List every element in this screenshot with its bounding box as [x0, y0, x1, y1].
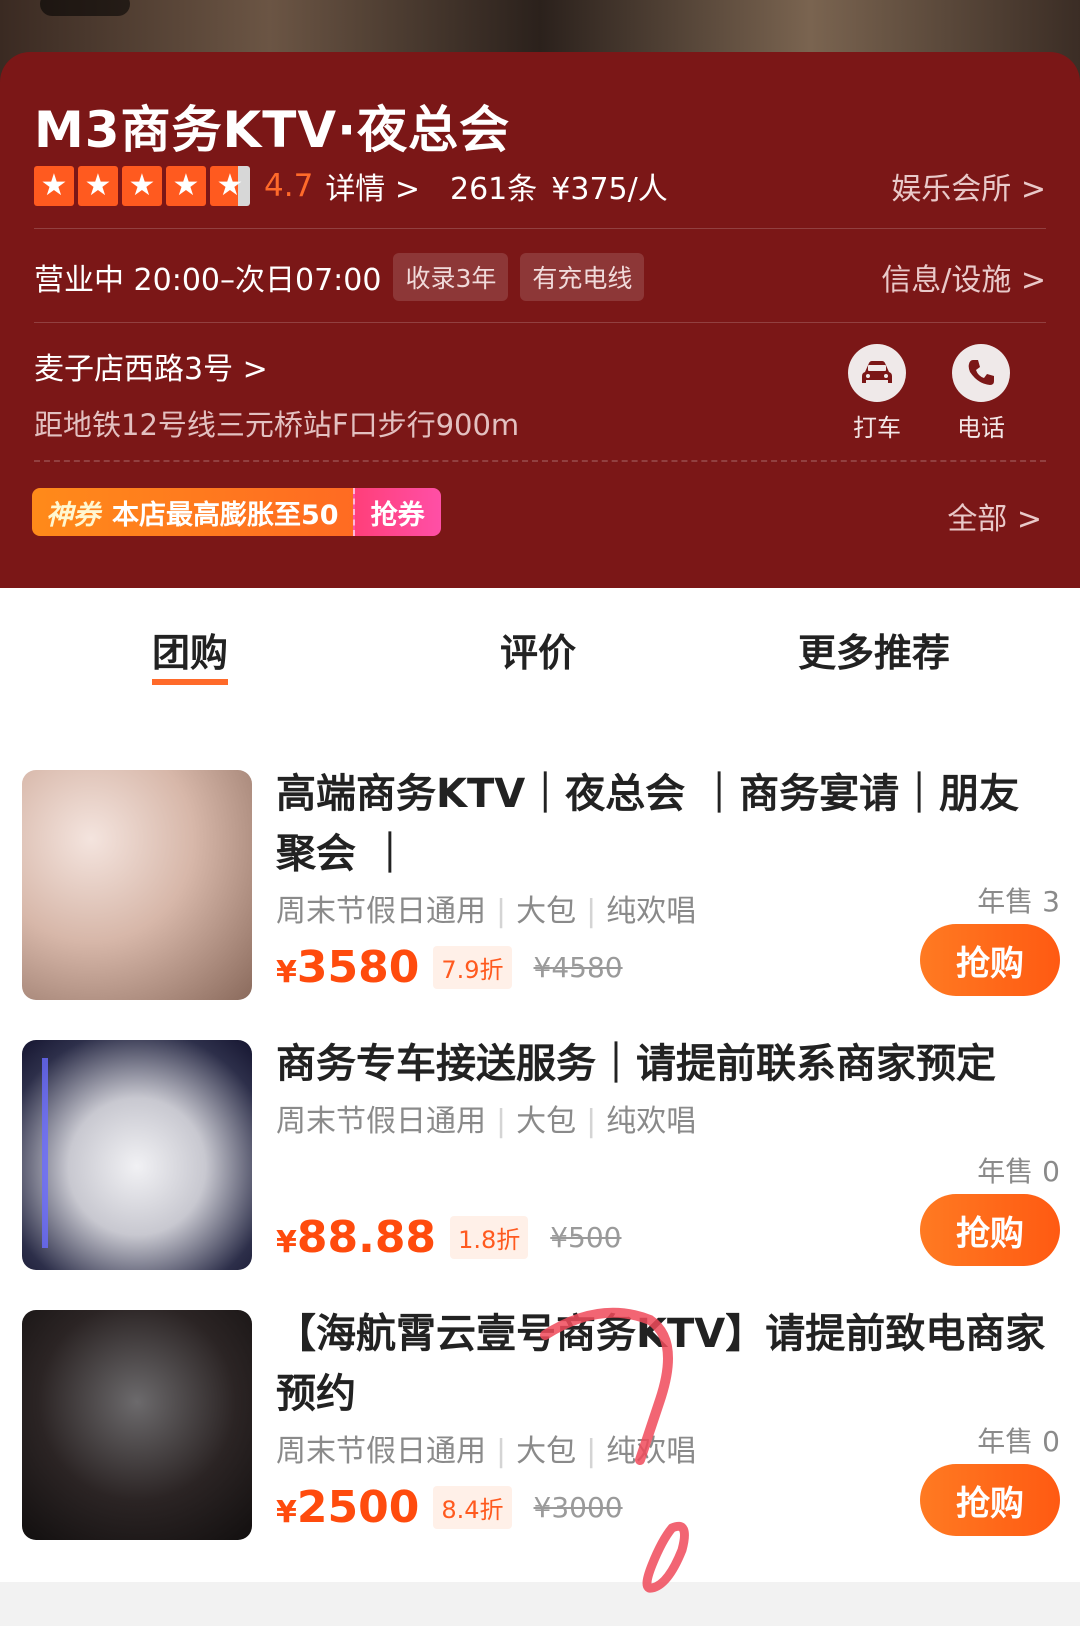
photo-album-pill[interactable] [40, 0, 130, 16]
rating-row: ★ ★ ★ ★ ★ 4.7 详情 > 261条 ¥375/人 娱乐会所 > [34, 164, 1046, 208]
discount-badge: 7.9折 [433, 946, 512, 989]
original-price: ¥4580 [533, 951, 623, 984]
deal-item[interactable]: 商务专车接送服务｜请提前联系商家预定 周末节假日通用 | 大包 | 纯欢唱 年售 0 ¥… [0, 1040, 1080, 1280]
deal-tag: 周末节假日通用 [276, 894, 486, 929]
star-icon: ★ [78, 166, 118, 206]
deal-thumbnail[interactable] [22, 1040, 252, 1270]
deal-tag: 纯欢唱 [606, 894, 697, 929]
tag-chip: 收录3年 [393, 253, 509, 301]
discount-badge: 8.4折 [433, 1486, 512, 1529]
category-link[interactable]: 娱乐会所 > [891, 164, 1046, 208]
car-icon [848, 344, 906, 402]
deals-section: 团购 评价 更多推荐 高端商务KTV｜夜总会 ｜商务宴请｜朋友聚会 ｜ 周末节假… [0, 588, 1080, 1582]
currency-symbol: ¥ [276, 1225, 297, 1260]
deal-title[interactable]: 高端商务KTV｜夜总会 ｜商务宴请｜朋友聚会 ｜ [276, 764, 1056, 884]
buy-button[interactable]: 抢购 [920, 1194, 1060, 1266]
address-link[interactable]: 麦子店西路3号 > [34, 344, 268, 388]
deal-price: ¥3580 [276, 942, 419, 993]
deal-tag: 周末节假日通用 [276, 1434, 486, 1469]
tab-bar: 团购 评价 更多推荐 [0, 622, 1080, 685]
deal-item[interactable]: 高端商务KTV｜夜总会 ｜商务宴请｜朋友聚会 ｜ 周末节假日通用 | 大包 | 纯欢唱 … [0, 770, 1080, 1010]
deal-tag: 大包 [516, 1434, 577, 1469]
star-icon: ★ [122, 166, 162, 206]
coupon-badge: 神券 [46, 499, 100, 531]
deal-price-value: 3580 [296, 942, 420, 993]
original-price: ¥500 [550, 1221, 622, 1254]
price-row: ¥2500 8.4折 ¥3000 [276, 1482, 623, 1533]
deal-item[interactable]: 【海航霄云壹号商务KTV】请提前致电商家预约 周末节假日通用 | 大包 | 纯欢唱 年售… [0, 1310, 1080, 1550]
tab-group-buy[interactable]: 团购 [152, 622, 229, 685]
deal-price: ¥2500 [276, 1482, 419, 1533]
deal-tags: 周末节假日通用 | 大包 | 纯欢唱 [276, 1104, 697, 1139]
annual-sales: 年售 0 [977, 1155, 1060, 1188]
phone-button[interactable]: 电话 [946, 344, 1016, 443]
original-price: ¥3000 [533, 1491, 623, 1524]
all-coupons-link[interactable]: 全部 > [947, 494, 1042, 538]
star-icon: ★ [34, 166, 74, 206]
discount-badge: 1.8折 [450, 1216, 529, 1259]
deal-title[interactable]: 【海航霄云壹号商务KTV】请提前致电商家预约 [276, 1304, 1056, 1424]
tag-chip: 有充电线 [520, 253, 645, 301]
rating-detail-link[interactable]: 详情 > [325, 164, 420, 208]
deal-thumbnail[interactable] [22, 1310, 252, 1540]
buy-button[interactable]: 抢购 [920, 924, 1060, 996]
deal-title[interactable]: 商务专车接送服务｜请提前联系商家预定 [276, 1034, 1056, 1094]
tab-more-recommendations[interactable]: 更多推荐 [798, 622, 950, 677]
metro-distance: 距地铁12号线三元桥站F口步行900m [34, 408, 520, 442]
deal-price-value: 2500 [296, 1482, 420, 1533]
shop-title: M3商务KTV·夜总会 [34, 101, 511, 159]
phone-label: 电话 [957, 414, 1005, 442]
taxi-button[interactable]: 打车 [842, 344, 912, 443]
coupon-info: 神券 本店最高膨胀至50 [32, 488, 353, 536]
star-half-icon: ★ [210, 166, 250, 206]
price-per-person: ¥375/人 [551, 172, 668, 207]
hours-row: 营业中 20:00–次日07:00 收录3年 有充电线 信息/设施 > [34, 252, 1046, 302]
deal-price-value: 88.88 [296, 1212, 437, 1263]
deal-tag: 大包 [516, 894, 577, 929]
deal-tag: 纯欢唱 [606, 1104, 697, 1139]
price-row: ¥3580 7.9折 ¥4580 [276, 942, 623, 993]
review-count[interactable]: 261条 [450, 164, 537, 208]
deal-price: ¥88.88 [276, 1212, 436, 1263]
coupon-banner[interactable]: 神券 本店最高膨胀至50 抢券 [32, 488, 441, 536]
annual-sales: 年售 3 [977, 885, 1060, 918]
deal-tags: 周末节假日通用 | 大包 | 纯欢唱 [276, 1434, 697, 1469]
coupon-text: 本店最高膨胀至50 [112, 499, 339, 531]
info-facilities-link[interactable]: 信息/设施 > [881, 255, 1046, 299]
deal-thumbnail[interactable] [22, 770, 252, 1000]
dashed-divider [34, 460, 1046, 462]
taxi-label: 打车 [853, 414, 901, 442]
deal-tag: 周末节假日通用 [276, 1104, 486, 1139]
shop-header-card: M3商务KTV·夜总会 ★ ★ ★ ★ ★ 4.7 详情 > 261条 ¥375… [0, 52, 1080, 588]
phone-icon [952, 344, 1010, 402]
currency-symbol: ¥ [276, 955, 297, 990]
divider [34, 228, 1046, 229]
buy-button[interactable]: 抢购 [920, 1464, 1060, 1536]
divider [34, 322, 1046, 323]
deal-tag: 大包 [516, 1104, 577, 1139]
price-row: ¥88.88 1.8折 ¥500 [276, 1212, 622, 1263]
rating-score: 4.7 [264, 168, 314, 204]
tab-reviews[interactable]: 评价 [500, 622, 576, 677]
bottom-spacer [0, 1582, 1080, 1626]
deal-tags: 周末节假日通用 | 大包 | 纯欢唱 [276, 894, 697, 929]
star-icon: ★ [166, 166, 206, 206]
currency-symbol: ¥ [276, 1495, 297, 1530]
star-rating: ★ ★ ★ ★ ★ [34, 166, 250, 206]
annual-sales: 年售 0 [977, 1425, 1060, 1458]
deal-tag: 纯欢唱 [606, 1434, 697, 1469]
grab-coupon-button[interactable]: 抢券 [352, 488, 441, 536]
business-hours: 营业中 20:00–次日07:00 [34, 263, 382, 298]
